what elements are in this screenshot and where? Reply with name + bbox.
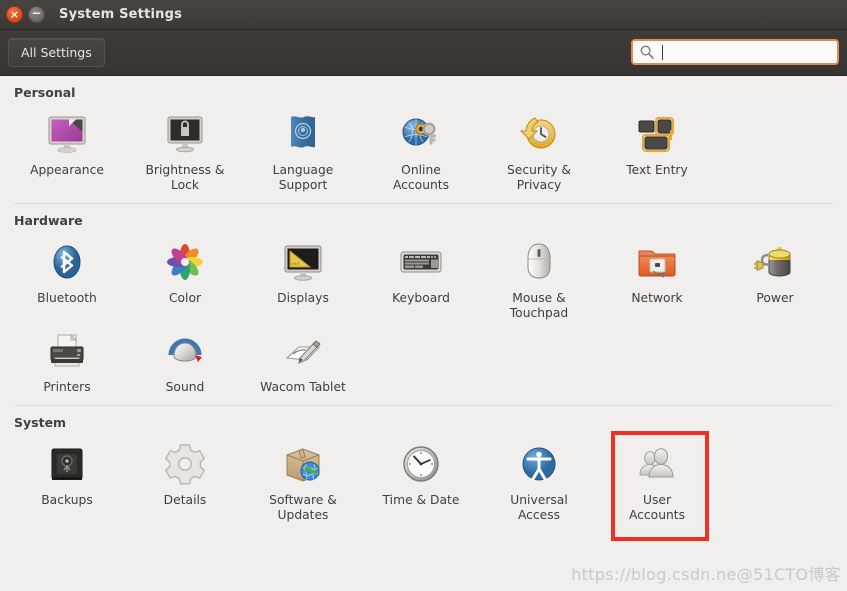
bluetooth-icon xyxy=(43,238,91,286)
settings-item-user-accounts[interactable]: User Accounts xyxy=(598,431,716,541)
settings-item-online-accounts[interactable]: Online Accounts xyxy=(362,104,480,193)
settings-item-bluetooth[interactable]: Bluetooth xyxy=(8,232,126,321)
settings-grid-row: Backups Details Software & Updates Time … xyxy=(0,431,847,541)
settings-item-label: Keyboard xyxy=(392,291,450,305)
settings-item-appearance[interactable]: Appearance xyxy=(8,104,126,193)
sound-icon xyxy=(161,327,209,375)
details-icon xyxy=(161,440,209,488)
settings-item-label: Time & Date xyxy=(382,493,460,507)
settings-item-network[interactable]: Network xyxy=(598,232,716,321)
backups-icon xyxy=(43,440,91,488)
settings-item-sound[interactable]: Sound xyxy=(126,321,244,395)
mouse-touchpad-icon xyxy=(515,238,563,286)
settings-item-label: Security & Privacy xyxy=(507,163,571,192)
settings-item-universal-access[interactable]: Universal Access xyxy=(480,434,598,523)
settings-item-label: Sound xyxy=(165,380,205,394)
settings-item-label: Language Support xyxy=(272,163,334,192)
language-support-icon xyxy=(279,110,327,158)
search-box[interactable] xyxy=(631,39,839,65)
minimize-glyph: − xyxy=(31,6,42,20)
text-entry-icon xyxy=(633,110,681,158)
settings-item-label: Text Entry xyxy=(626,163,688,177)
settings-item-label: Network xyxy=(631,291,683,305)
security-privacy-icon xyxy=(515,110,563,158)
system-settings-window: × − System Settings All Settings Persona… xyxy=(0,0,847,591)
universal-access-icon xyxy=(515,440,563,488)
settings-item-label: Software & Updates xyxy=(269,493,337,522)
close-icon[interactable]: × xyxy=(6,6,23,23)
window-title: System Settings xyxy=(59,7,183,22)
wacom-tablet-icon xyxy=(279,327,327,375)
toolbar: All Settings xyxy=(0,30,847,76)
settings-item-label: Displays xyxy=(277,291,329,305)
settings-item-label: User Accounts xyxy=(628,493,686,522)
settings-content: Personal Appearance Brightness & Lock La… xyxy=(0,76,847,591)
settings-item-label: Appearance xyxy=(30,163,104,177)
brightness-lock-icon xyxy=(161,110,209,158)
all-settings-label: All Settings xyxy=(21,45,92,60)
settings-item-security-privacy[interactable]: Security & Privacy xyxy=(480,104,598,193)
minimize-icon[interactable]: − xyxy=(28,6,45,23)
settings-section-hardware: Hardware Bluetooth Color Displays Keyboa… xyxy=(0,204,847,395)
color-icon xyxy=(161,238,209,286)
settings-item-keyboard[interactable]: Keyboard xyxy=(362,232,480,321)
settings-item-label: Universal Access xyxy=(510,493,568,522)
settings-item-time-date[interactable]: Time & Date xyxy=(362,434,480,523)
online-accounts-icon xyxy=(397,110,445,158)
close-glyph: × xyxy=(9,7,20,21)
settings-item-color[interactable]: Color xyxy=(126,232,244,321)
settings-item-printers[interactable]: Printers xyxy=(8,321,126,395)
all-settings-button[interactable]: All Settings xyxy=(8,38,105,67)
displays-icon xyxy=(279,238,327,286)
settings-item-label: Bluetooth xyxy=(37,291,97,305)
settings-item-details[interactable]: Details xyxy=(126,434,244,523)
settings-section-system: System Backups Details Software & Update… xyxy=(0,406,847,541)
power-icon xyxy=(751,238,799,286)
settings-grid-row: Bluetooth Color Displays Keyboard Mouse … xyxy=(0,232,847,321)
settings-item-language-support[interactable]: Language Support xyxy=(244,104,362,193)
printers-icon xyxy=(43,327,91,375)
watermark-text: https://blog.csdn.ne@51CTO博客 xyxy=(571,565,841,584)
network-icon xyxy=(633,238,681,286)
settings-item-backups[interactable]: Backups xyxy=(8,434,126,523)
section-title: Hardware xyxy=(14,213,83,228)
settings-item-brightness-lock[interactable]: Brightness & Lock xyxy=(126,104,244,193)
software-updates-icon xyxy=(279,440,327,488)
settings-item-software-updates[interactable]: Software & Updates xyxy=(244,434,362,523)
keyboard-icon xyxy=(397,238,445,286)
settings-item-label: Mouse & Touchpad xyxy=(509,291,569,320)
settings-item-label: Printers xyxy=(43,380,91,394)
settings-grid-row: Printers Sound Wacom Tablet xyxy=(0,321,847,395)
settings-item-power[interactable]: Power xyxy=(716,232,834,321)
settings-item-label: Backups xyxy=(41,493,93,507)
title-bar: × − System Settings xyxy=(0,0,847,30)
settings-grid-row: Appearance Brightness & Lock Language Su… xyxy=(0,104,847,193)
settings-item-label: Brightness & Lock xyxy=(145,163,225,192)
appearance-icon xyxy=(43,110,91,158)
settings-item-label: Power xyxy=(756,291,794,305)
settings-section-personal: Personal Appearance Brightness & Lock La… xyxy=(0,76,847,193)
settings-item-label: Color xyxy=(168,291,202,305)
settings-item-label: Online Accounts xyxy=(392,163,450,192)
settings-item-text-entry[interactable]: Text Entry xyxy=(598,104,716,193)
user-accounts-icon xyxy=(633,440,681,488)
time-date-icon xyxy=(397,440,445,488)
search-icon xyxy=(640,45,654,59)
section-title: System xyxy=(14,415,67,430)
settings-item-wacom-tablet[interactable]: Wacom Tablet xyxy=(244,321,362,395)
settings-item-displays[interactable]: Displays xyxy=(244,232,362,321)
section-title: Personal xyxy=(14,85,76,100)
settings-item-mouse-touchpad[interactable]: Mouse & Touchpad xyxy=(480,232,598,321)
settings-item-label: Wacom Tablet xyxy=(260,380,346,394)
settings-item-label: Details xyxy=(163,493,207,507)
search-input[interactable] xyxy=(663,42,831,62)
